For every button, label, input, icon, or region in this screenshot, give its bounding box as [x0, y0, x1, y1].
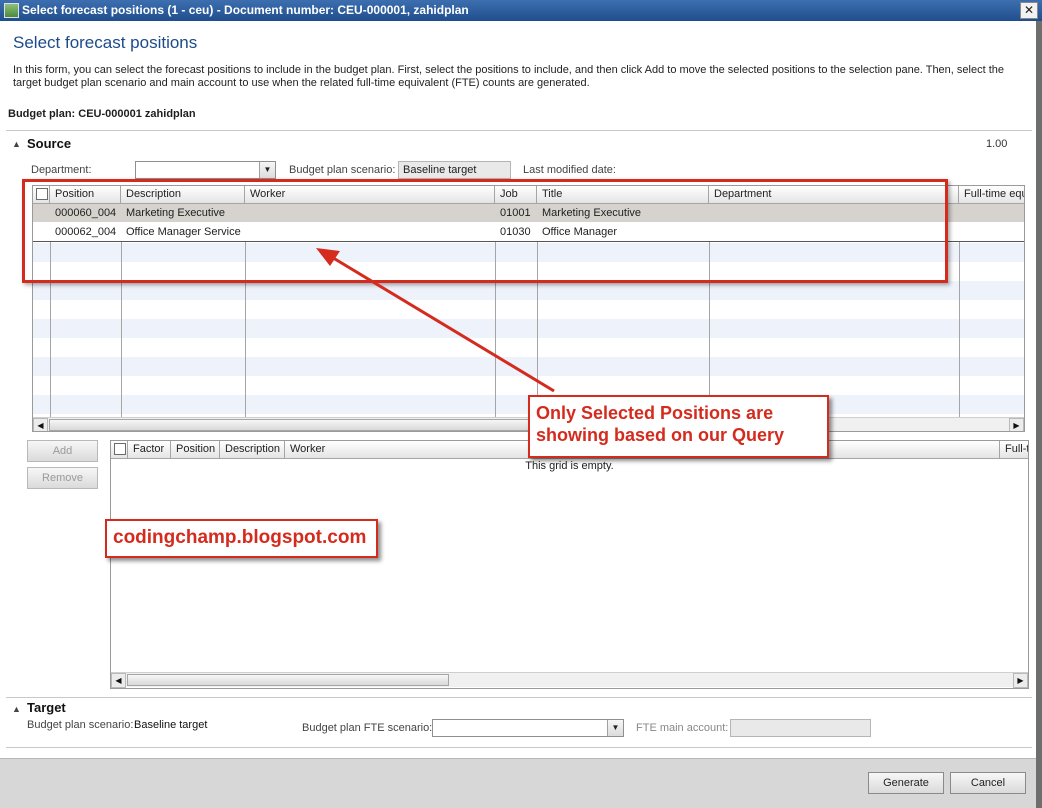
- callout-line-2: showing based on our Query: [536, 425, 785, 445]
- annotation-callout: Only Selected Positions are showing base…: [528, 395, 829, 458]
- blog-watermark: codingchamp.blogspot.com: [105, 519, 378, 558]
- annotation-arrow: [316, 248, 555, 393]
- callout-line-1: Only Selected Positions are: [536, 403, 774, 423]
